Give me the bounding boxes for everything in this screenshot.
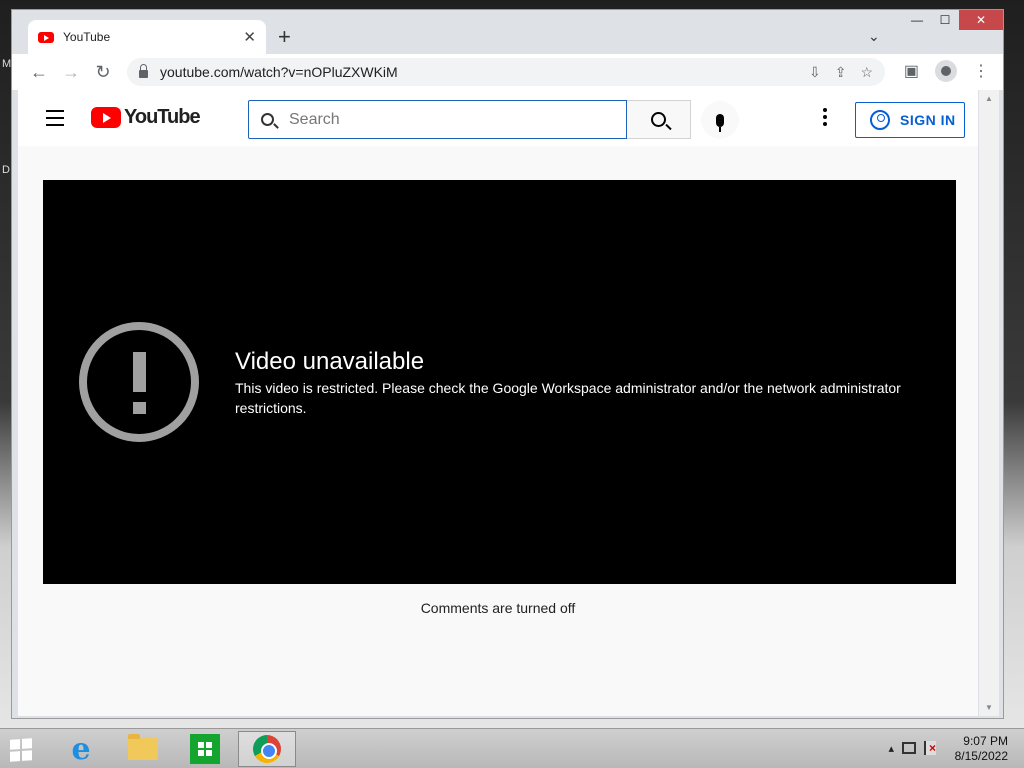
video-error-title: Video unavailable bbox=[235, 348, 425, 375]
show-hidden-icons-chevron-up-icon[interactable]: ▴ bbox=[888, 742, 894, 755]
bookmark-star-icon[interactable]: ☆ bbox=[860, 64, 873, 81]
side-panel-icon[interactable]: ▣ bbox=[904, 61, 919, 81]
address-bar-url[interactable]: youtube.com/watch?v=nOPluZXWKiM bbox=[160, 64, 809, 80]
new-tab-button[interactable]: + bbox=[278, 24, 291, 50]
back-arrow-icon[interactable]: ← bbox=[24, 57, 54, 87]
tab-youtube[interactable]: YouTube ✕ bbox=[28, 20, 266, 54]
taskbar-windows-store[interactable] bbox=[176, 731, 234, 767]
page-scrollbar[interactable]: ▲ ▼ bbox=[979, 90, 999, 716]
system-tray: ▴ bbox=[888, 741, 936, 755]
search-icon bbox=[261, 113, 274, 126]
settings-more-icon[interactable] bbox=[823, 108, 827, 126]
taskbar-file-explorer[interactable] bbox=[114, 731, 172, 767]
chrome-icon bbox=[253, 735, 281, 763]
sign-in-label: SIGN IN bbox=[900, 112, 956, 128]
tab-strip: YouTube ✕ + ⌄ — ☐ ✕ bbox=[12, 10, 1003, 54]
forward-arrow-icon[interactable]: → bbox=[56, 57, 86, 87]
youtube-play-logo-icon bbox=[91, 107, 121, 128]
youtube-page: YouTube SIGN IN bbox=[18, 90, 978, 716]
share-icon[interactable]: ⇪ bbox=[835, 64, 847, 81]
taskbar: e ▴ 9:07 PM 8/15/2022 bbox=[0, 728, 1024, 768]
microphone-icon bbox=[716, 113, 724, 132]
desktop-icon-label-fragment[interactable]: M bbox=[2, 58, 11, 70]
address-bar[interactable]: youtube.com/watch?v=nOPluZXWKiM ⇩ ⇪ ☆ bbox=[127, 58, 885, 86]
window-controls: — ☐ ✕ bbox=[903, 10, 1003, 30]
video-player[interactable]: Video unavailable This video is restrict… bbox=[43, 180, 956, 584]
store-icon bbox=[190, 734, 220, 764]
search-box[interactable] bbox=[248, 100, 627, 139]
search-button[interactable] bbox=[627, 100, 691, 139]
hamburger-menu-icon[interactable] bbox=[46, 110, 64, 131]
taskbar-chrome[interactable] bbox=[238, 731, 296, 767]
sign-in-button[interactable]: SIGN IN bbox=[855, 102, 965, 138]
exclamation-warning-icon bbox=[79, 322, 199, 442]
scroll-up-arrow-icon[interactable]: ▲ bbox=[985, 94, 993, 103]
clock-date: 8/15/2022 bbox=[954, 749, 1008, 763]
taskbar-internet-explorer[interactable]: e bbox=[52, 731, 110, 767]
youtube-header: YouTube SIGN IN bbox=[18, 90, 978, 146]
youtube-logo[interactable]: YouTube bbox=[91, 106, 201, 129]
scroll-down-arrow-icon[interactable]: ▼ bbox=[985, 703, 993, 712]
system-clock[interactable]: 9:07 PM 8/15/2022 bbox=[955, 734, 1008, 764]
search-icon bbox=[651, 112, 666, 127]
voice-search-button[interactable] bbox=[701, 101, 739, 139]
comments-status: Comments are turned off bbox=[420, 600, 576, 616]
profile-avatar-icon[interactable] bbox=[935, 60, 957, 82]
tab-search-chevron-down-icon[interactable]: ⌄ bbox=[868, 28, 880, 45]
minimize-button[interactable]: — bbox=[903, 10, 931, 30]
internet-explorer-icon: e bbox=[71, 731, 91, 767]
browser-menu-icon[interactable]: ⋮ bbox=[973, 61, 989, 81]
action-center-flag-icon[interactable] bbox=[924, 741, 936, 755]
search-input[interactable] bbox=[289, 110, 589, 129]
maximize-button[interactable]: ☐ bbox=[931, 10, 959, 30]
account-circle-icon bbox=[870, 110, 890, 130]
folder-icon bbox=[128, 734, 158, 760]
reload-icon[interactable]: ↻ bbox=[88, 57, 118, 87]
close-tab-icon[interactable]: ✕ bbox=[243, 28, 256, 46]
youtube-logo-text: YouTube bbox=[124, 106, 201, 128]
network-icon[interactable] bbox=[902, 742, 916, 754]
windows-start-icon[interactable] bbox=[10, 738, 32, 762]
browser-window: YouTube ✕ + ⌄ — ☐ ✕ ← → ↻ youtube.com/wa… bbox=[11, 9, 1004, 719]
youtube-favicon-icon bbox=[38, 31, 54, 43]
browser-toolbar: ← → ↻ youtube.com/watch?v=nOPluZXWKiM ⇩ … bbox=[12, 54, 1003, 90]
desktop-icon-label-fragment[interactable]: D bbox=[2, 164, 10, 176]
lock-icon[interactable] bbox=[139, 64, 148, 78]
install-app-icon[interactable]: ⇩ bbox=[809, 64, 821, 81]
close-window-button[interactable]: ✕ bbox=[959, 10, 1003, 30]
tab-title: YouTube bbox=[63, 30, 111, 44]
clock-time: 9:07 PM bbox=[963, 734, 1008, 748]
video-error-message: This video is restricted. Please check t… bbox=[235, 380, 901, 416]
